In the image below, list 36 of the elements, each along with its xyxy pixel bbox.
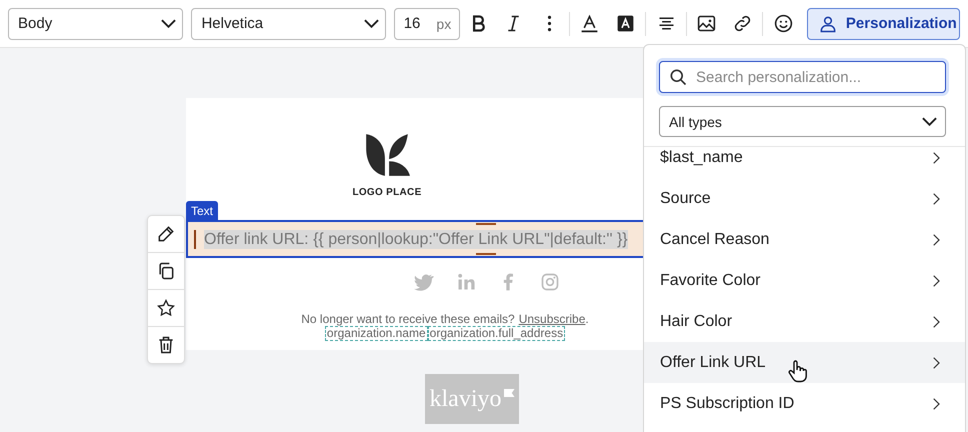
type-select[interactable]: All types xyxy=(659,106,946,137)
resize-handle[interactable] xyxy=(476,223,496,225)
text-style-select[interactable]: Body xyxy=(8,8,184,40)
search-icon xyxy=(668,67,688,87)
logo-text: LOGO PLACE xyxy=(352,187,422,198)
text-color-icon[interactable] xyxy=(579,13,600,34)
search-field[interactable]: Search personalization... xyxy=(659,61,946,93)
chevron-down-icon xyxy=(161,19,176,28)
list-item[interactable]: Favorite Color xyxy=(644,260,965,301)
list-item[interactable]: Offer Link URL xyxy=(644,342,965,383)
list-item[interactable]: PS Subscription ID xyxy=(644,383,965,424)
merge-tag[interactable]: organization.full_address xyxy=(428,326,566,341)
selected-text: Offer link URL: {{ person|lookup:"Offer Link URL"|default:'' }} xyxy=(204,230,628,248)
block-label: Text xyxy=(186,201,218,220)
chevron-down-icon xyxy=(364,19,379,28)
emoji-icon[interactable] xyxy=(772,13,794,34)
chevron-down-icon xyxy=(922,117,937,126)
flag-icon xyxy=(504,389,514,397)
footer-period: . xyxy=(585,312,589,326)
star-icon[interactable] xyxy=(156,298,176,318)
merge-tag[interactable]: organization.name xyxy=(324,326,428,341)
brand-badge: klaviyo xyxy=(425,374,519,424)
list-item[interactable]: Hair Color xyxy=(644,301,965,342)
list-item[interactable]: $last_name xyxy=(644,147,965,178)
text-cursor xyxy=(194,230,196,248)
resize-handle[interactable] xyxy=(476,253,496,255)
text-highlight-icon[interactable] xyxy=(615,13,636,34)
image-icon[interactable] xyxy=(696,13,718,34)
personalization-button[interactable]: Personalization xyxy=(806,8,960,40)
pencil-icon[interactable] xyxy=(156,224,176,244)
list-item[interactable]: Source xyxy=(644,178,965,219)
unsubscribe-link[interactable]: Unsubscribe xyxy=(518,312,586,326)
footer-text: No longer want to receive these emails? xyxy=(301,312,515,326)
font-select[interactable]: Helvetica xyxy=(191,8,386,40)
font-size-field[interactable]: 16 px xyxy=(394,8,460,40)
person-icon xyxy=(818,14,838,34)
